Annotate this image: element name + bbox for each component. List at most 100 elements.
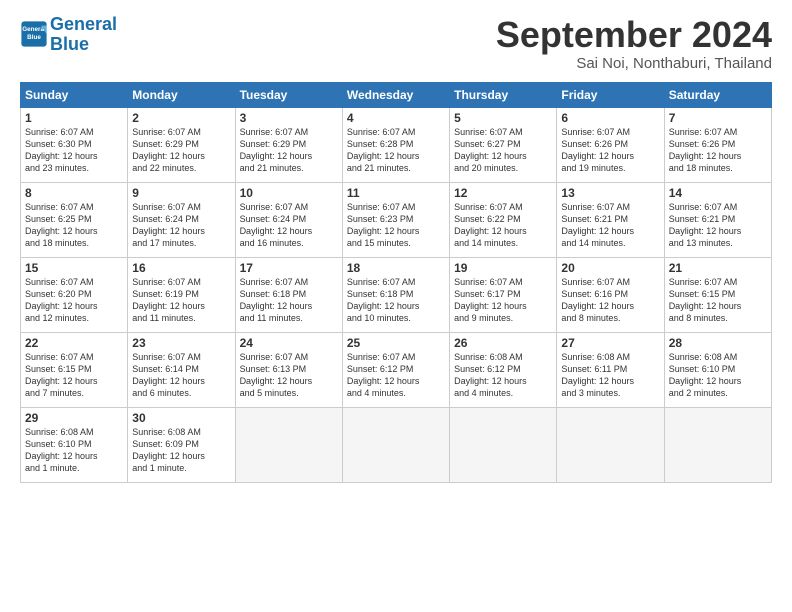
- day-number: 27: [561, 336, 659, 350]
- day-number: 16: [132, 261, 230, 275]
- calendar-week-row: 22Sunrise: 6:07 AM Sunset: 6:15 PM Dayli…: [21, 332, 772, 407]
- calendar-cell: 29Sunrise: 6:08 AM Sunset: 6:10 PM Dayli…: [21, 407, 128, 482]
- calendar-cell: [557, 407, 664, 482]
- calendar-cell: 4Sunrise: 6:07 AM Sunset: 6:28 PM Daylig…: [342, 107, 449, 182]
- calendar-cell: 21Sunrise: 6:07 AM Sunset: 6:15 PM Dayli…: [664, 257, 771, 332]
- day-info: Sunrise: 6:07 AM Sunset: 6:23 PM Dayligh…: [347, 201, 445, 250]
- calendar-week-row: 8Sunrise: 6:07 AM Sunset: 6:25 PM Daylig…: [21, 182, 772, 257]
- calendar-cell: [235, 407, 342, 482]
- calendar-table: Sunday Monday Tuesday Wednesday Thursday…: [20, 82, 772, 483]
- calendar-cell: 19Sunrise: 6:07 AM Sunset: 6:17 PM Dayli…: [450, 257, 557, 332]
- day-info: Sunrise: 6:08 AM Sunset: 6:09 PM Dayligh…: [132, 426, 230, 475]
- logo-icon: General Blue: [20, 20, 48, 48]
- day-number: 22: [25, 336, 123, 350]
- calendar-cell: 2Sunrise: 6:07 AM Sunset: 6:29 PM Daylig…: [128, 107, 235, 182]
- day-number: 26: [454, 336, 552, 350]
- calendar-cell: 23Sunrise: 6:07 AM Sunset: 6:14 PM Dayli…: [128, 332, 235, 407]
- calendar-cell: [664, 407, 771, 482]
- day-info: Sunrise: 6:07 AM Sunset: 6:17 PM Dayligh…: [454, 276, 552, 325]
- day-info: Sunrise: 6:07 AM Sunset: 6:24 PM Dayligh…: [132, 201, 230, 250]
- calendar-cell: 30Sunrise: 6:08 AM Sunset: 6:09 PM Dayli…: [128, 407, 235, 482]
- day-info: Sunrise: 6:08 AM Sunset: 6:12 PM Dayligh…: [454, 351, 552, 400]
- col-sunday: Sunday: [21, 82, 128, 107]
- calendar-week-row: 15Sunrise: 6:07 AM Sunset: 6:20 PM Dayli…: [21, 257, 772, 332]
- day-info: Sunrise: 6:07 AM Sunset: 6:28 PM Dayligh…: [347, 126, 445, 175]
- day-info: Sunrise: 6:07 AM Sunset: 6:29 PM Dayligh…: [240, 126, 338, 175]
- calendar-cell: 15Sunrise: 6:07 AM Sunset: 6:20 PM Dayli…: [21, 257, 128, 332]
- calendar-body: 1Sunrise: 6:07 AM Sunset: 6:30 PM Daylig…: [21, 107, 772, 482]
- day-number: 14: [669, 186, 767, 200]
- day-info: Sunrise: 6:07 AM Sunset: 6:14 PM Dayligh…: [132, 351, 230, 400]
- day-number: 13: [561, 186, 659, 200]
- day-info: Sunrise: 6:07 AM Sunset: 6:27 PM Dayligh…: [454, 126, 552, 175]
- day-info: Sunrise: 6:07 AM Sunset: 6:16 PM Dayligh…: [561, 276, 659, 325]
- day-info: Sunrise: 6:07 AM Sunset: 6:18 PM Dayligh…: [240, 276, 338, 325]
- day-number: 12: [454, 186, 552, 200]
- calendar-header-row: Sunday Monday Tuesday Wednesday Thursday…: [21, 82, 772, 107]
- day-info: Sunrise: 6:07 AM Sunset: 6:25 PM Dayligh…: [25, 201, 123, 250]
- col-tuesday: Tuesday: [235, 82, 342, 107]
- day-info: Sunrise: 6:07 AM Sunset: 6:20 PM Dayligh…: [25, 276, 123, 325]
- day-number: 17: [240, 261, 338, 275]
- day-info: Sunrise: 6:07 AM Sunset: 6:19 PM Dayligh…: [132, 276, 230, 325]
- day-info: Sunrise: 6:08 AM Sunset: 6:10 PM Dayligh…: [669, 351, 767, 400]
- day-number: 24: [240, 336, 338, 350]
- calendar-cell: 22Sunrise: 6:07 AM Sunset: 6:15 PM Dayli…: [21, 332, 128, 407]
- calendar-cell: 8Sunrise: 6:07 AM Sunset: 6:25 PM Daylig…: [21, 182, 128, 257]
- calendar-cell: 25Sunrise: 6:07 AM Sunset: 6:12 PM Dayli…: [342, 332, 449, 407]
- calendar-cell: 12Sunrise: 6:07 AM Sunset: 6:22 PM Dayli…: [450, 182, 557, 257]
- day-info: Sunrise: 6:07 AM Sunset: 6:26 PM Dayligh…: [669, 126, 767, 175]
- day-number: 18: [347, 261, 445, 275]
- month-title: September 2024: [496, 15, 772, 55]
- calendar-cell: [450, 407, 557, 482]
- calendar-cell: 28Sunrise: 6:08 AM Sunset: 6:10 PM Dayli…: [664, 332, 771, 407]
- day-info: Sunrise: 6:08 AM Sunset: 6:10 PM Dayligh…: [25, 426, 123, 475]
- day-number: 11: [347, 186, 445, 200]
- day-info: Sunrise: 6:07 AM Sunset: 6:24 PM Dayligh…: [240, 201, 338, 250]
- calendar-cell: [342, 407, 449, 482]
- day-number: 19: [454, 261, 552, 275]
- page-header: General Blue General Blue September 2024…: [20, 15, 772, 72]
- day-info: Sunrise: 6:08 AM Sunset: 6:11 PM Dayligh…: [561, 351, 659, 400]
- calendar-cell: 16Sunrise: 6:07 AM Sunset: 6:19 PM Dayli…: [128, 257, 235, 332]
- day-number: 3: [240, 111, 338, 125]
- day-number: 4: [347, 111, 445, 125]
- day-info: Sunrise: 6:07 AM Sunset: 6:30 PM Dayligh…: [25, 126, 123, 175]
- day-number: 2: [132, 111, 230, 125]
- calendar-cell: 20Sunrise: 6:07 AM Sunset: 6:16 PM Dayli…: [557, 257, 664, 332]
- calendar-cell: 14Sunrise: 6:07 AM Sunset: 6:21 PM Dayli…: [664, 182, 771, 257]
- calendar-cell: 27Sunrise: 6:08 AM Sunset: 6:11 PM Dayli…: [557, 332, 664, 407]
- day-number: 20: [561, 261, 659, 275]
- day-number: 8: [25, 186, 123, 200]
- calendar-cell: 7Sunrise: 6:07 AM Sunset: 6:26 PM Daylig…: [664, 107, 771, 182]
- calendar-cell: 5Sunrise: 6:07 AM Sunset: 6:27 PM Daylig…: [450, 107, 557, 182]
- logo-text: General Blue: [50, 15, 117, 55]
- day-number: 1: [25, 111, 123, 125]
- day-info: Sunrise: 6:07 AM Sunset: 6:21 PM Dayligh…: [561, 201, 659, 250]
- calendar-cell: 17Sunrise: 6:07 AM Sunset: 6:18 PM Dayli…: [235, 257, 342, 332]
- calendar-cell: 26Sunrise: 6:08 AM Sunset: 6:12 PM Dayli…: [450, 332, 557, 407]
- day-number: 29: [25, 411, 123, 425]
- day-number: 25: [347, 336, 445, 350]
- day-number: 15: [25, 261, 123, 275]
- col-thursday: Thursday: [450, 82, 557, 107]
- day-info: Sunrise: 6:07 AM Sunset: 6:12 PM Dayligh…: [347, 351, 445, 400]
- day-info: Sunrise: 6:07 AM Sunset: 6:22 PM Dayligh…: [454, 201, 552, 250]
- day-info: Sunrise: 6:07 AM Sunset: 6:15 PM Dayligh…: [669, 276, 767, 325]
- day-number: 6: [561, 111, 659, 125]
- page-container: General Blue General Blue September 2024…: [0, 0, 792, 493]
- day-number: 7: [669, 111, 767, 125]
- location: Sai Noi, Nonthaburi, Thailand: [496, 55, 772, 72]
- calendar-cell: 6Sunrise: 6:07 AM Sunset: 6:26 PM Daylig…: [557, 107, 664, 182]
- col-monday: Monday: [128, 82, 235, 107]
- calendar-cell: 9Sunrise: 6:07 AM Sunset: 6:24 PM Daylig…: [128, 182, 235, 257]
- day-number: 23: [132, 336, 230, 350]
- logo: General Blue General Blue: [20, 15, 117, 55]
- day-number: 30: [132, 411, 230, 425]
- day-number: 5: [454, 111, 552, 125]
- day-info: Sunrise: 6:07 AM Sunset: 6:26 PM Dayligh…: [561, 126, 659, 175]
- title-block: September 2024 Sai Noi, Nonthaburi, Thai…: [496, 15, 772, 72]
- col-wednesday: Wednesday: [342, 82, 449, 107]
- calendar-cell: 24Sunrise: 6:07 AM Sunset: 6:13 PM Dayli…: [235, 332, 342, 407]
- col-saturday: Saturday: [664, 82, 771, 107]
